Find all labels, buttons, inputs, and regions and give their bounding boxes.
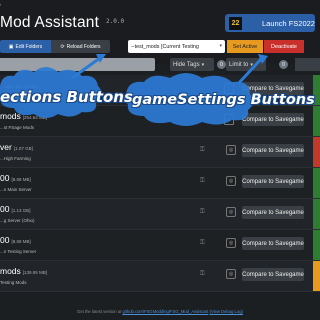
chevron-down-icon: ▾ bbox=[250, 61, 253, 68]
collection-name: 00 [8.68 MB] bbox=[0, 235, 31, 245]
footer-github-link[interactable]: github.com/FSGModding/FSG_Mod_Assistant bbox=[122, 309, 208, 314]
collection-title: 00 bbox=[0, 204, 10, 214]
collection-size: [1.07 GB] bbox=[13, 146, 33, 151]
reload-folders-label: Reload Folders bbox=[66, 43, 101, 50]
collection-size: [8.68 MB] bbox=[11, 177, 31, 182]
collection-row[interactable]: 00 [8.68 MB] ...n Testing Server ⚿ ◎ Compare … bbox=[0, 230, 320, 261]
globe-icon[interactable]: ◎ bbox=[226, 145, 236, 155]
collection-status-strip bbox=[313, 106, 320, 136]
compare-to-savegame-button[interactable]: Compare to Savegame bbox=[242, 237, 304, 250]
collection-status-strip bbox=[313, 199, 320, 229]
app-version: 2.0.0 bbox=[106, 18, 125, 25]
compare-to-savegame-button[interactable]: Compare to Savegame bbox=[242, 144, 304, 157]
collection-description: ...High Farming bbox=[0, 156, 31, 161]
collection-row[interactable]: ver [1.07 GB] ...High Farming ⚿ ◎ Compare to … bbox=[0, 137, 320, 168]
collection-size: [254.64 MB] bbox=[22, 115, 48, 120]
collection-description: ...n Testing Server bbox=[0, 249, 37, 254]
collection-row[interactable]: mods [254.64 MB] ...st FSage Mods ≡ Compare … bbox=[0, 106, 320, 137]
collection-title: ver bbox=[0, 142, 12, 152]
collection-size: [139.95 MB] bbox=[22, 270, 48, 275]
launch-game-label: Launch FS2022 bbox=[262, 18, 315, 28]
globe-icon[interactable]: ◎ bbox=[226, 238, 236, 248]
annotation-gamesettings-buttons: gameSettings Buttons bbox=[132, 92, 315, 108]
collection-status-strip bbox=[313, 137, 320, 167]
collection-status-strip bbox=[313, 230, 320, 260]
hide-tags-label: Hide Tags bbox=[173, 61, 200, 68]
folder-button-group: ▣ Edit Folders ⟳ Reload Folders bbox=[0, 40, 112, 53]
compare-to-savegame-button[interactable]: Compare to Savegame bbox=[242, 175, 304, 188]
filter-input[interactable] bbox=[0, 58, 155, 71]
launch-game-button[interactable]: 22 Launch FS2022 bbox=[225, 14, 315, 32]
footer: Get the latest version at github.com/FSG… bbox=[0, 306, 320, 320]
edit-folders-button[interactable]: ▣ Edit Folders bbox=[0, 40, 51, 53]
collection-size: [1.13 GB] bbox=[11, 208, 31, 213]
chevron-down-icon: ▾ bbox=[201, 61, 205, 68]
chevron-down-icon: ▾ bbox=[219, 43, 222, 49]
hide-tags-count-badge: 0 bbox=[217, 60, 226, 69]
key-icon[interactable]: ⚿ bbox=[200, 209, 205, 216]
collection-size: [8.68 MB] bbox=[11, 239, 31, 244]
deactivate-button[interactable]: Deactivate bbox=[264, 40, 304, 53]
collection-name: 00 [8.68 MB] bbox=[0, 173, 31, 183]
collection-description: ...st FSage Mods bbox=[0, 125, 35, 130]
key-icon[interactable]: ⚿ bbox=[200, 147, 205, 154]
compare-to-savegame-button[interactable]: Compare to Savegame bbox=[242, 113, 304, 126]
reload-folders-button[interactable]: ⟳ Reload Folders bbox=[51, 40, 110, 53]
fs22-logo-icon: 22 bbox=[229, 16, 242, 30]
collection-select[interactable]: --test_mods [Current Testing ▾ bbox=[128, 40, 225, 53]
footer-prefix: Get the latest version at bbox=[77, 309, 122, 314]
window-system-text: t bbox=[0, 2, 2, 7]
collection-title: mods bbox=[0, 111, 21, 121]
collection-title: 00 bbox=[0, 173, 10, 183]
collection-select-value: --test_mods [Current Testing bbox=[131, 43, 199, 50]
limit-to-dropdown[interactable]: Limit to ▾ bbox=[226, 58, 266, 71]
app-title: Mod Assistant bbox=[0, 14, 100, 31]
collection-title: mods bbox=[0, 266, 21, 276]
annotation-collections-buttons: ections Buttons bbox=[0, 88, 133, 106]
collection-status-strip bbox=[313, 261, 320, 291]
collection-name: mods [139.95 MB] bbox=[0, 266, 47, 276]
collection-description: Testing Mods bbox=[0, 280, 27, 285]
collection-description: ...g Server (Ohio) bbox=[0, 218, 35, 223]
collection-status-strip bbox=[313, 168, 320, 198]
globe-icon[interactable]: ◎ bbox=[226, 207, 236, 217]
key-icon[interactable]: ⚿ bbox=[200, 240, 205, 247]
collection-title: 00 bbox=[0, 235, 10, 245]
collection-name: mods [254.64 MB] bbox=[0, 111, 47, 121]
compare-to-savegame-button[interactable]: Compare to Savegame bbox=[242, 206, 304, 219]
collection-description: ...n Main Server bbox=[0, 187, 32, 192]
collection-name: ver [1.07 GB] bbox=[0, 142, 33, 152]
folder-edit-icon: ▣ bbox=[8, 43, 14, 50]
globe-icon[interactable]: ◎ bbox=[226, 269, 236, 279]
globe-icon[interactable]: ◎ bbox=[226, 176, 236, 186]
document-icon[interactable]: ≡ bbox=[224, 114, 234, 125]
key-icon[interactable]: ⚿ bbox=[200, 271, 205, 278]
reload-icon: ⟳ bbox=[60, 43, 65, 50]
collection-name: 00 [1.13 GB] bbox=[0, 204, 30, 214]
filter-extra-button[interactable] bbox=[295, 58, 320, 71]
collection-row[interactable]: 00 [1.13 GB] ...g Server (Ohio) ⚿ ◎ Compare t… bbox=[0, 199, 320, 230]
hide-tags-dropdown[interactable]: Hide Tags ▾ bbox=[170, 58, 214, 71]
limit-to-label: Limit to bbox=[229, 61, 249, 68]
filter-bar: Hide Tags ▾ 0 Limit to ▾ 0 bbox=[0, 58, 320, 72]
app-header: t Mod Assistant 2.0.0 22 Launch FS2022 ▣… bbox=[0, 0, 320, 64]
collection-row[interactable]: 00 [8.68 MB] ...n Main Server ⚿ ◎ Compare to … bbox=[0, 168, 320, 199]
compare-to-savegame-button[interactable]: Compare to Savegame bbox=[242, 268, 304, 281]
footer-debug-log-link[interactable]: (View Debug Log) bbox=[210, 309, 243, 314]
set-active-button[interactable]: Set Active bbox=[227, 40, 263, 53]
collection-row[interactable]: mods [139.95 MB] Testing Mods ⚿ ◎ Compare to … bbox=[0, 261, 320, 292]
limit-to-count-badge: 0 bbox=[279, 60, 288, 69]
edit-folders-label: Edit Folders bbox=[15, 43, 43, 50]
key-icon[interactable]: ⚿ bbox=[200, 178, 205, 185]
